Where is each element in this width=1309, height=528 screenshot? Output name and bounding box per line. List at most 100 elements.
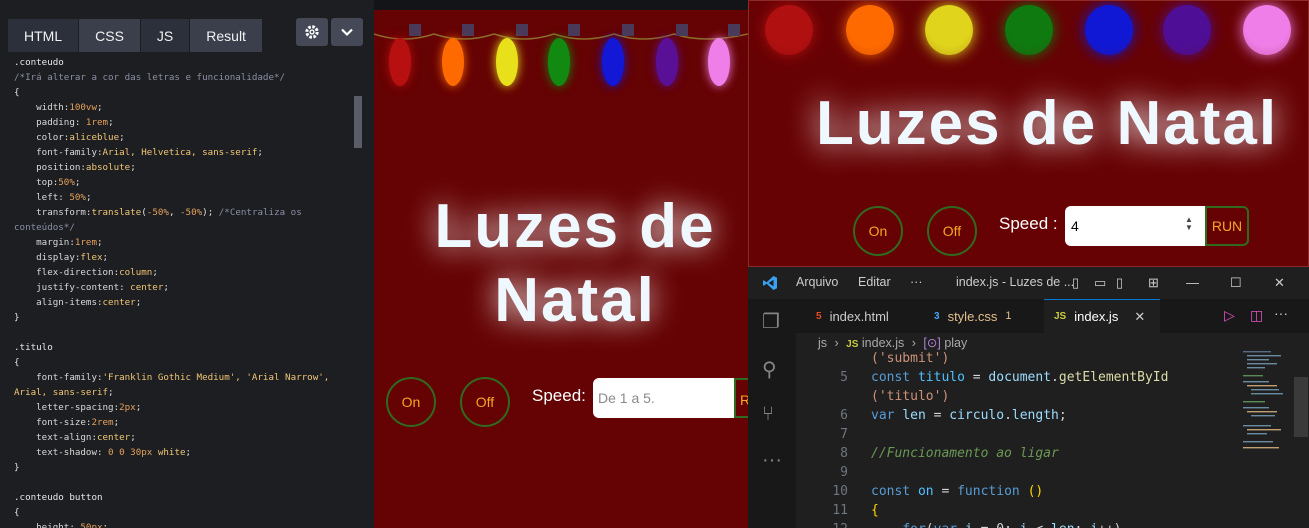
code-line: position:absolute; (14, 160, 354, 175)
off-button[interactable]: Off (927, 206, 977, 256)
close-icon[interactable]: ✕ (1274, 275, 1285, 291)
breadcrumb: js › JS index.js › [⊙] play (818, 335, 967, 350)
tab-html[interactable]: HTML (8, 19, 80, 52)
tab-style-css[interactable]: 3 style.css 1 (924, 299, 1022, 333)
light-bulb (708, 38, 730, 86)
code-token: var (934, 522, 965, 528)
chevron-right-icon: › (834, 336, 839, 350)
code-token: .conteudo (14, 57, 64, 68)
code-token: length (1011, 408, 1059, 423)
code-token: left: (14, 192, 70, 203)
menu-arquivo[interactable]: Arquivo (796, 275, 838, 289)
code-line: font-family:'Franklin Gothic Medium', 'A… (14, 370, 354, 385)
code-line: { (14, 85, 354, 100)
code-line: /*Irá alterar a cor das letras e funcion… (14, 70, 354, 85)
spinner-arrows-icon[interactable]: ▲ ▼ (1185, 216, 1193, 232)
code-token: display: (14, 252, 81, 263)
layout-icon[interactable]: ⊞ (1148, 275, 1159, 291)
code-token: i (965, 522, 973, 528)
menu-editar[interactable]: Editar (858, 275, 891, 289)
more-actions-icon[interactable]: ··· (1274, 305, 1288, 321)
code-token: color: (14, 132, 70, 143)
tab-css[interactable]: CSS (79, 19, 141, 52)
run-button[interactable]: R (734, 378, 748, 418)
maximize-icon[interactable]: ☐ (1230, 275, 1242, 291)
code-token: top: (14, 177, 59, 188)
more-icon[interactable]: ··· (762, 449, 782, 472)
breadcrumb-folder[interactable]: js (818, 336, 827, 350)
settings-button[interactable] (296, 18, 328, 46)
on-button[interactable]: On (386, 377, 436, 427)
screen: HTML CSS JS Result .conteudo /*Irá altera… (0, 0, 1309, 528)
light-bulb (1005, 5, 1053, 55)
code-token: flex-direction: (14, 267, 120, 278)
close-tab-icon[interactable]: ✕ (1134, 309, 1145, 325)
line-text: for(var i = 0; i < len; i++) (871, 520, 1121, 528)
toggle-sidebar-icon[interactable]: ▯ (1072, 275, 1079, 291)
off-button[interactable]: Off (460, 377, 510, 427)
minimap[interactable] (1243, 349, 1295, 459)
chevron-down-icon (341, 28, 353, 37)
run-icon[interactable]: ▷ (1224, 307, 1235, 324)
toggle-panel-icon[interactable]: ▭ (1094, 275, 1106, 291)
split-editor-icon[interactable]: ◫ (1250, 307, 1263, 324)
code-token: 'Franklin Gothic Medium', 'Arial Narrow'… (102, 372, 330, 383)
collapse-button[interactable] (331, 18, 363, 46)
tab-index-js[interactable]: JS index.js ✕ (1044, 299, 1160, 333)
code-token: center (96, 432, 131, 443)
source-control-icon[interactable]: ⑂ (762, 403, 774, 426)
minimize-icon[interactable]: — (1186, 275, 1199, 290)
line-number: 10 (832, 484, 848, 499)
code-token: < (1028, 522, 1051, 528)
code-token: len (902, 408, 926, 423)
editor-scrollbar[interactable] (1294, 377, 1308, 437)
code-token: ; (163, 282, 169, 293)
bulb-cap (516, 24, 528, 36)
speed-input[interactable]: De 1 a 5. (593, 378, 735, 418)
tab-js[interactable]: JS (140, 19, 191, 52)
code-token: { (14, 357, 20, 368)
bulb-cap (676, 24, 688, 36)
code-token: { (14, 507, 20, 518)
light-bulb (656, 38, 678, 86)
code-token: ; (85, 192, 92, 203)
code-token: const (871, 370, 918, 385)
code-token: = (964, 370, 989, 385)
breadcrumb-symbol[interactable]: play (944, 336, 967, 350)
code-token: . (1051, 370, 1059, 385)
speed-label: Speed : (999, 214, 1058, 233)
breadcrumb-file[interactable]: index.js (862, 336, 904, 350)
line-number: 9 (840, 465, 848, 480)
run-button[interactable]: RUN (1205, 206, 1249, 246)
search-icon[interactable]: ⚲ (762, 357, 777, 382)
code-token: ; (135, 297, 142, 308)
editor-scrollbar[interactable] (354, 96, 362, 148)
code-token: var (871, 408, 903, 423)
code-token: transform: (14, 207, 92, 218)
code-token: Arial, sans-serif (14, 387, 109, 398)
css-file-icon: 3 (934, 310, 940, 322)
on-button[interactable]: On (853, 206, 903, 256)
code-token: 2px (119, 402, 136, 413)
tab-index-html[interactable]: 5 index.html (806, 299, 899, 333)
code-token: ; (102, 522, 109, 528)
toggle-secondary-sidebar-icon[interactable]: ▯ (1116, 275, 1123, 291)
code-token: } (14, 312, 20, 323)
menu-more[interactable]: ··· (910, 275, 923, 289)
code-line: font-size:2rem; (14, 415, 354, 430)
vscode-titlebar: Arquivo Editar ··· index.js - Luzes de .… (748, 267, 1309, 299)
tab-result[interactable]: Result (190, 19, 263, 52)
speed-input[interactable]: 4 (1065, 206, 1205, 246)
css-code-area[interactable]: .conteudo /*Irá alterar a cor das letras … (14, 55, 354, 528)
js-code-area[interactable]: ('submit') 5 const titulo = document.getEl… (796, 349, 1236, 528)
code-token: 50px (80, 522, 103, 528)
code-line: flex-direction:column; (14, 265, 354, 280)
codepen-editor-panel: HTML CSS JS Result .conteudo /*Irá altera… (0, 0, 374, 528)
code-token: ; (152, 267, 158, 278)
code-line: Arial, sans-serif; (14, 385, 354, 400)
explorer-icon[interactable]: ❐ (762, 309, 780, 334)
code-token: { (14, 87, 20, 98)
code-token: ; (108, 387, 114, 398)
